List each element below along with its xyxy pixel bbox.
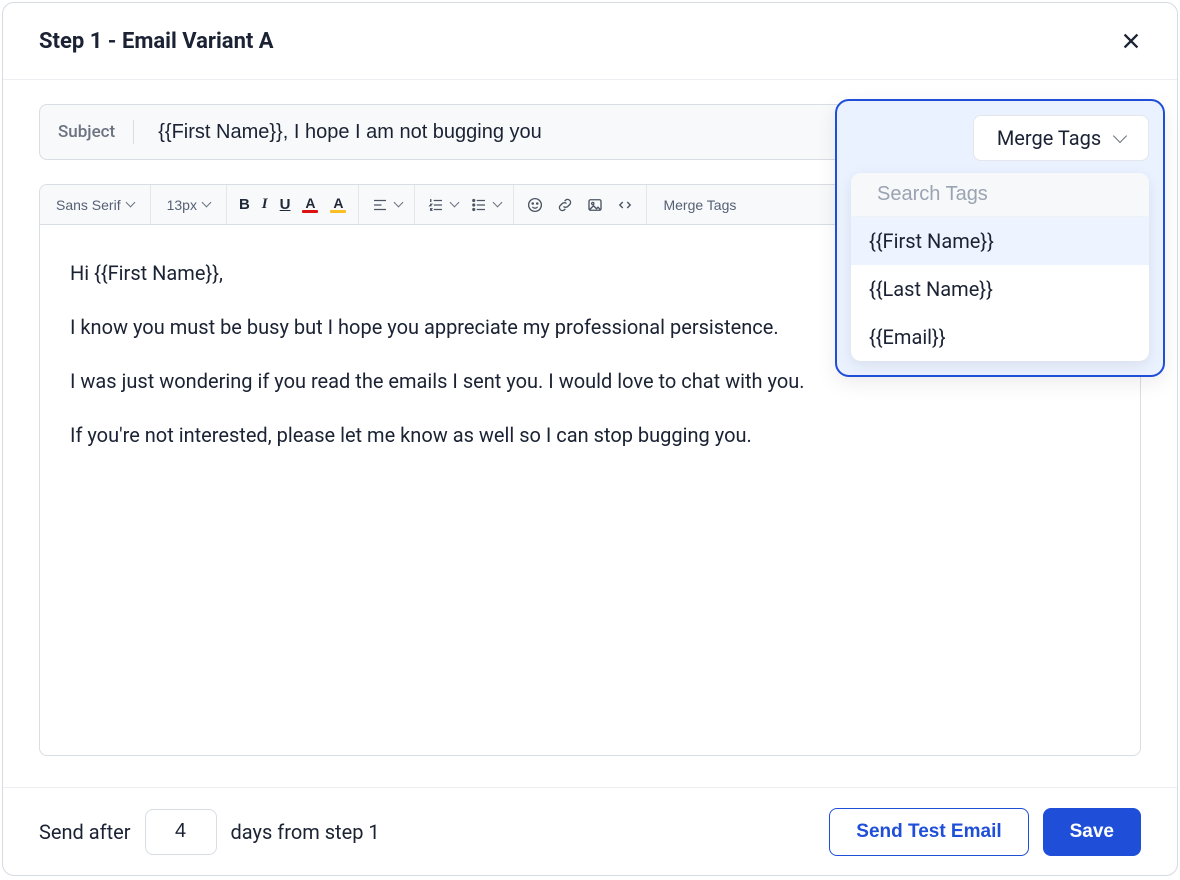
underline-button[interactable]: U	[274, 189, 297, 221]
ordered-list-icon	[427, 196, 445, 214]
send-test-email-label: Send Test Email	[856, 821, 1001, 843]
highlight-button[interactable]: A	[324, 189, 352, 221]
image-icon	[586, 196, 604, 214]
highlight-icon: A	[330, 196, 346, 213]
close-icon	[1120, 30, 1142, 52]
code-icon	[616, 196, 634, 214]
image-button[interactable]	[580, 189, 610, 221]
modal-footer: Send after days from step 1 Send Test Em…	[3, 787, 1177, 875]
italic-button[interactable]: I	[256, 189, 274, 221]
toolbar-merge-tags-label: Merge Tags	[663, 197, 736, 213]
merge-tags-search-row	[851, 173, 1149, 217]
font-size-value: 13px	[167, 197, 197, 213]
merge-tag-option[interactable]: {{Last Name}}	[851, 265, 1149, 313]
merge-tags-trigger-label: Merge Tags	[997, 126, 1101, 150]
chevron-down-icon	[493, 198, 503, 208]
toolbar-merge-tags-button[interactable]: Merge Tags	[653, 189, 746, 221]
merge-tags-list: {{First Name}} {{Last Name}} {{Email}}	[851, 173, 1149, 361]
modal-title: Step 1 - Email Variant A	[39, 29, 274, 54]
font-family-select[interactable]: Sans Serif	[46, 189, 144, 221]
merge-tag-option[interactable]: {{Email}}	[851, 313, 1149, 361]
chevron-down-icon	[202, 198, 212, 208]
unordered-list-button[interactable]	[464, 189, 507, 221]
unordered-list-icon	[470, 196, 488, 214]
merge-tags-panel: Merge Tags {{First Name}} {{Last Name}} …	[835, 99, 1165, 377]
send-after-days-input[interactable]	[145, 809, 217, 855]
modal-header: Step 1 - Email Variant A	[3, 3, 1177, 80]
emoji-icon	[526, 196, 544, 214]
font-size-select[interactable]: 13px	[157, 189, 220, 221]
align-left-icon	[371, 196, 389, 214]
send-after-label: Send after	[39, 820, 131, 844]
link-icon	[556, 196, 574, 214]
close-button[interactable]	[1113, 23, 1149, 59]
link-button[interactable]	[550, 189, 580, 221]
merge-tag-option[interactable]: {{First Name}}	[851, 217, 1149, 265]
code-button[interactable]	[610, 189, 640, 221]
ordered-list-button[interactable]	[421, 189, 464, 221]
font-family-value: Sans Serif	[56, 197, 121, 213]
send-test-email-button[interactable]: Send Test Email	[829, 808, 1028, 856]
merge-tags-search-input[interactable]	[877, 183, 1142, 206]
text-color-button[interactable]: A	[296, 189, 324, 221]
merge-tags-trigger[interactable]: Merge Tags	[973, 115, 1149, 161]
chevron-down-icon	[394, 198, 404, 208]
save-label: Save	[1070, 821, 1114, 843]
chevron-down-icon	[1113, 129, 1127, 143]
email-variant-modal: Step 1 - Email Variant A Subject Sans Se…	[2, 2, 1178, 876]
emoji-button[interactable]	[520, 189, 550, 221]
chevron-down-icon	[125, 198, 135, 208]
save-button[interactable]: Save	[1043, 808, 1141, 856]
subject-label: Subject	[58, 120, 134, 144]
body-paragraph: If you're not interested, please let me …	[70, 421, 1110, 449]
chevron-down-icon	[450, 198, 460, 208]
bold-button[interactable]: B	[233, 189, 256, 221]
align-button[interactable]	[365, 189, 408, 221]
days-from-step-label: days from step 1	[231, 820, 380, 844]
text-color-icon: A	[302, 196, 318, 213]
